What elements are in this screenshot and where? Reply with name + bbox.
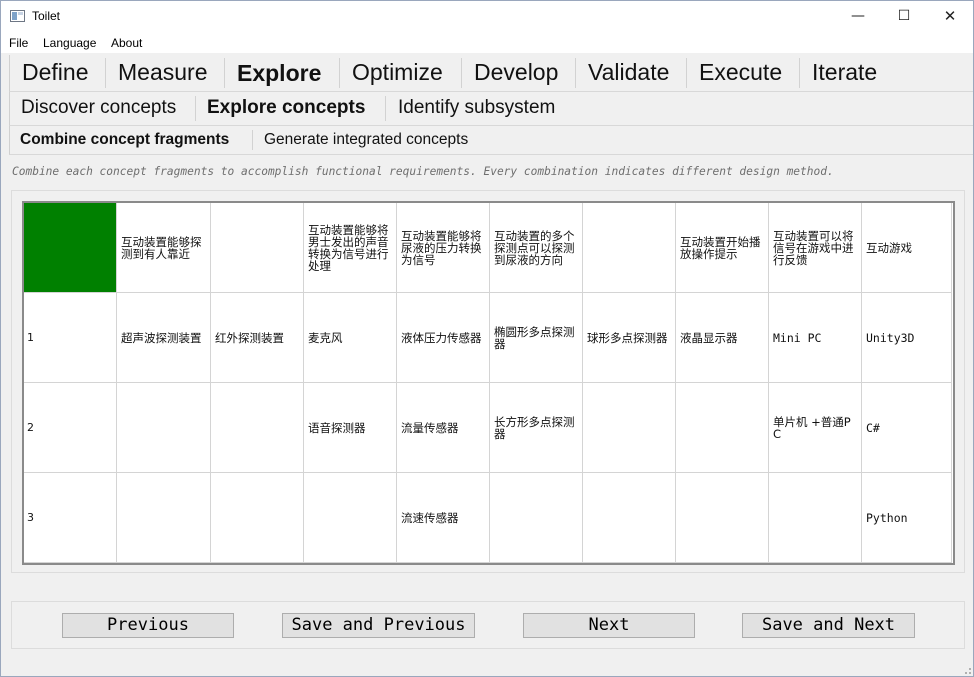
tab-separator (252, 130, 253, 150)
tab-measure[interactable]: Measure (118, 59, 207, 86)
tab-separator (385, 96, 386, 121)
table-cell[interactable]: Python (862, 473, 952, 563)
substep-tab-bar: Combine concept fragments Generate integ… (9, 126, 973, 155)
tab-separator (461, 58, 462, 88)
tab-discover-concepts[interactable]: Discover concepts (21, 97, 176, 119)
minimize-button[interactable]: — (835, 1, 881, 32)
header-cell[interactable]: 互动游戏 (862, 203, 952, 293)
table-cell[interactable] (117, 383, 211, 473)
header-cell[interactable]: 互动装置可以将信号在游戏中进行反馈 (769, 203, 862, 293)
tab-identify-subsystem[interactable]: Identify subsystem (398, 97, 555, 119)
table-cell[interactable] (676, 473, 769, 563)
table-cell[interactable]: 红外探测装置 (211, 293, 304, 383)
tab-execute[interactable]: Execute (699, 59, 782, 86)
tab-iterate[interactable]: Iterate (812, 59, 877, 86)
step-tab-bar: Discover concepts Explore concepts Ident… (9, 92, 973, 126)
tab-separator (105, 58, 106, 88)
table-cell[interactable]: 麦克风 (304, 293, 397, 383)
header-cell[interactable] (211, 203, 304, 293)
instruction-text: Combine each concept fragments to accomp… (12, 165, 834, 178)
tab-explore-concepts[interactable]: Explore concepts (207, 97, 365, 119)
table-cell[interactable] (583, 383, 676, 473)
tab-develop[interactable]: Develop (474, 59, 558, 86)
row-index-cell: 1 (24, 293, 117, 383)
table-cell[interactable]: Unity3D (862, 293, 952, 383)
menu-bar: File Language About (1, 32, 973, 53)
table-cell[interactable]: 椭圆形多点探测器 (490, 293, 583, 383)
header-cell[interactable]: 互动装置能够将尿液的压力转换为信号 (397, 203, 490, 293)
table-cell[interactable]: 流速传感器 (397, 473, 490, 563)
table-cell[interactable]: 超声波探测装置 (117, 293, 211, 383)
tab-separator (686, 58, 687, 88)
table-corner-cell (24, 203, 117, 293)
resize-grip[interactable] (961, 664, 971, 674)
combination-panel: 互动装置能够探测到有人靠近 互动装置能够将男士发出的声音转换为信号进行处理 互动… (11, 190, 965, 573)
table-cell[interactable] (304, 473, 397, 563)
table-cell[interactable] (211, 473, 304, 563)
tab-validate[interactable]: Validate (588, 59, 669, 86)
save-and-next-button[interactable]: Save and Next (742, 613, 915, 638)
navigation-button-bar: Previous Save and Previous Next Save and… (11, 601, 965, 649)
table-cell[interactable]: C# (862, 383, 952, 473)
tab-separator (339, 58, 340, 88)
table-cell[interactable]: 语音探测器 (304, 383, 397, 473)
tab-separator (224, 58, 225, 88)
tab-explore[interactable]: Explore (237, 60, 321, 87)
close-button[interactable]: ✕ (927, 1, 973, 32)
table-cell[interactable]: Mini PC (769, 293, 862, 383)
app-window: Toilet — ☐ ✕ File Language About Define … (0, 0, 974, 677)
table-cell[interactable] (769, 473, 862, 563)
tab-separator (799, 58, 800, 88)
table-cell[interactable]: 液晶显示器 (676, 293, 769, 383)
phase-tab-bar: Define Measure Explore Optimize Develop … (9, 55, 973, 92)
app-icon (10, 10, 25, 22)
header-cell[interactable]: 互动装置的多个探测点可以探测到尿液的方向 (490, 203, 583, 293)
menu-about[interactable]: About (111, 36, 142, 50)
table-cell[interactable]: 长方形多点探测器 (490, 383, 583, 473)
window-title: Toilet (32, 9, 61, 23)
menu-language[interactable]: Language (43, 36, 96, 50)
tab-generate-integrated-concepts[interactable]: Generate integrated concepts (264, 131, 468, 149)
table-cell[interactable] (583, 473, 676, 563)
table-cell[interactable]: 单片机 +普通PC (769, 383, 862, 473)
table-cell[interactable]: 球形多点探测器 (583, 293, 676, 383)
table-cell[interactable]: 液体压力传感器 (397, 293, 490, 383)
tab-optimize[interactable]: Optimize (352, 59, 443, 86)
menu-file[interactable]: File (9, 36, 28, 50)
table-cell[interactable] (117, 473, 211, 563)
previous-button[interactable]: Previous (62, 613, 234, 638)
maximize-button[interactable]: ☐ (881, 1, 927, 32)
tab-combine-concept-fragments[interactable]: Combine concept fragments (20, 131, 229, 149)
header-cell[interactable] (583, 203, 676, 293)
table-cell[interactable] (676, 383, 769, 473)
save-and-previous-button[interactable]: Save and Previous (282, 613, 475, 638)
table-cell[interactable] (490, 473, 583, 563)
header-cell[interactable]: 互动装置能够将男士发出的声音转换为信号进行处理 (304, 203, 397, 293)
next-button[interactable]: Next (523, 613, 695, 638)
tab-define[interactable]: Define (22, 59, 88, 86)
table-cell[interactable]: 流量传感器 (397, 383, 490, 473)
title-bar: Toilet — ☐ ✕ (1, 1, 973, 32)
row-index-cell: 3 (24, 473, 117, 563)
row-index-cell: 2 (24, 383, 117, 473)
tab-separator (575, 58, 576, 88)
table-cell[interactable] (211, 383, 304, 473)
tab-separator (195, 96, 196, 121)
header-cell[interactable]: 互动装置能够探测到有人靠近 (117, 203, 211, 293)
header-cell[interactable]: 互动装置开始播放操作提示 (676, 203, 769, 293)
combination-table: 互动装置能够探测到有人靠近 互动装置能够将男士发出的声音转换为信号进行处理 互动… (22, 201, 955, 565)
